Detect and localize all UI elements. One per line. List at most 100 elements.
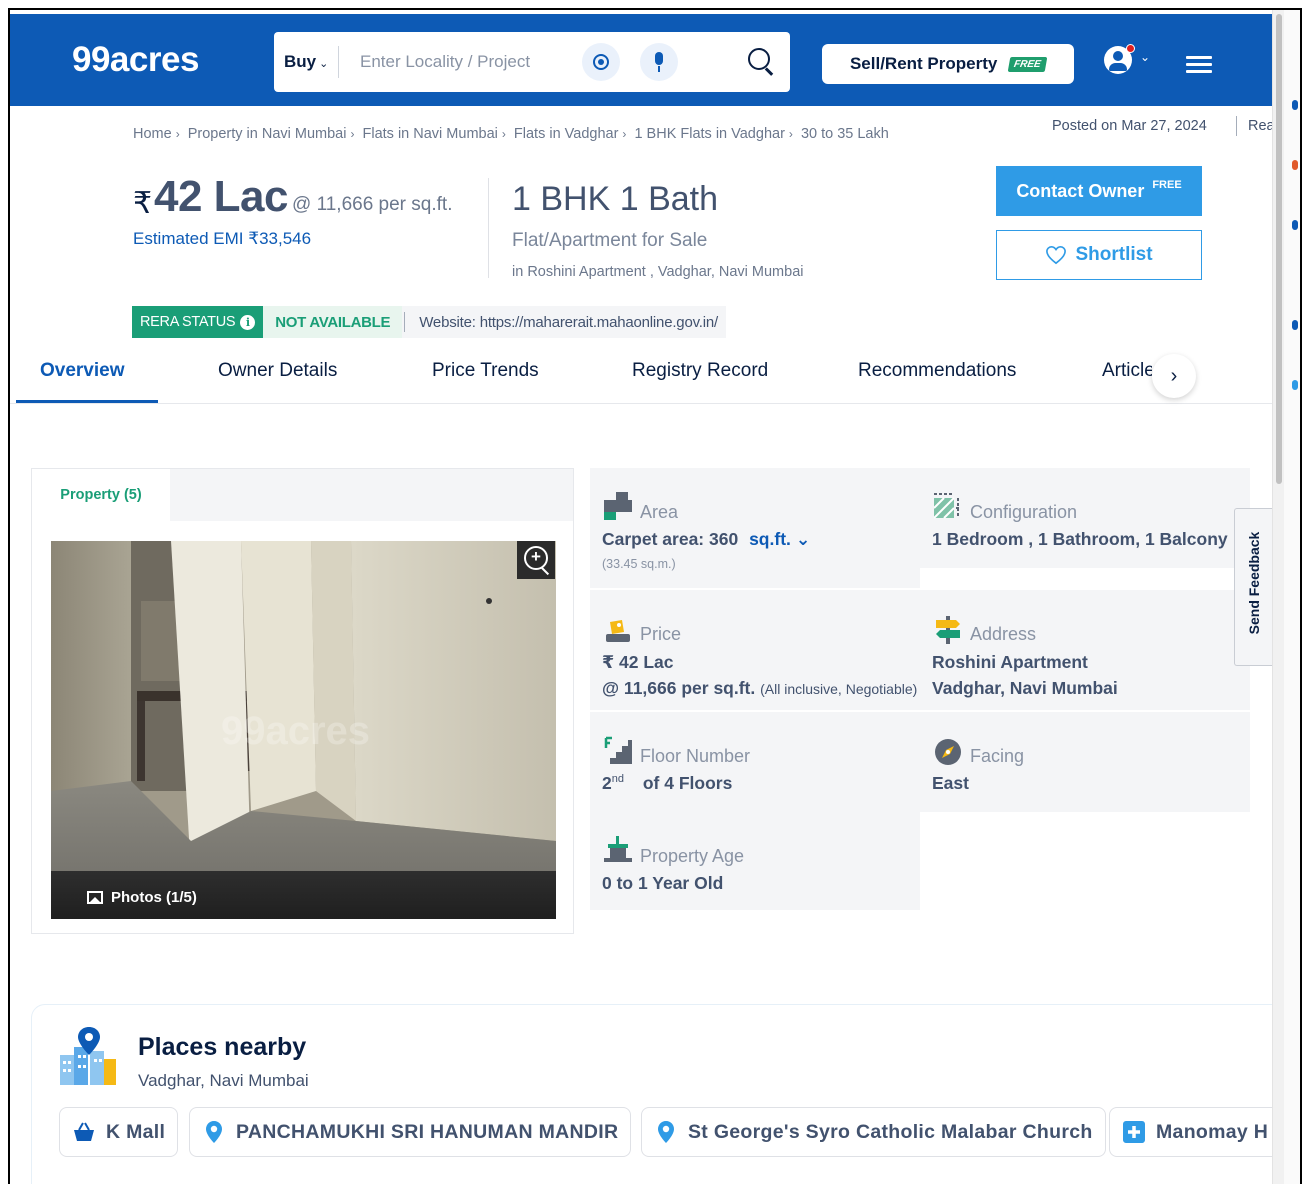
header-divider bbox=[1236, 116, 1237, 136]
hamburger-menu-icon[interactable] bbox=[1186, 56, 1212, 74]
tab-owner-details[interactable]: Owner Details bbox=[218, 360, 337, 382]
property-page: 99acres Buy⌄ Sell/Rent Property FREE ⌄ H… bbox=[10, 10, 1272, 1184]
heart-icon bbox=[1046, 245, 1067, 265]
map-pin-icon bbox=[658, 1121, 674, 1143]
chevron-down-icon: ⌄ bbox=[319, 58, 329, 70]
breadcrumb-property-navi-mumbai[interactable]: Property in Navi Mumbai bbox=[188, 126, 347, 142]
estimated-emi-link[interactable]: Estimated EMI ₹33,546 bbox=[133, 229, 311, 249]
detail-floor: Floor Number 2nd of 4 Floors bbox=[590, 712, 920, 812]
tab-price-trends[interactable]: Price Trends bbox=[432, 360, 539, 382]
breadcrumb-flats-navi-mumbai[interactable]: Flats in Navi Mumbai bbox=[363, 126, 498, 142]
image-icon bbox=[87, 891, 103, 904]
facing-value: East bbox=[932, 773, 969, 793]
contact-owner-button[interactable]: Contact Owner FREE bbox=[996, 166, 1202, 216]
locate-me-icon[interactable] bbox=[582, 43, 620, 81]
area-unit-dropdown[interactable]: sq.ft. ⌄ bbox=[749, 529, 810, 549]
hospital-cross-icon bbox=[1123, 1121, 1145, 1143]
places-nearby-subtitle: Vadghar, Navi Mumbai bbox=[138, 1071, 309, 1090]
info-icon[interactable]: i bbox=[240, 314, 256, 330]
site-header: 99acres Buy⌄ Sell/Rent Property FREE ⌄ bbox=[10, 14, 1272, 106]
property-age-label: Property Age bbox=[640, 846, 745, 866]
free-badge: FREE bbox=[1152, 179, 1182, 191]
send-feedback-label: Send Feedback bbox=[1246, 531, 1262, 635]
place-chip-label: Manomay H bbox=[1156, 1120, 1269, 1143]
carpet-area-value: Carpet area: 360 sq.ft. ⌄ bbox=[602, 529, 810, 550]
rera-website: Website: https://maharerait.mahaonline.g… bbox=[419, 313, 718, 331]
send-feedback-button[interactable]: Send Feedback bbox=[1234, 508, 1272, 666]
places-nearby-title: Places nearby bbox=[138, 1033, 307, 1061]
address-label: Address bbox=[970, 624, 1037, 644]
sell-rent-property-button[interactable]: Sell/Rent Property FREE bbox=[822, 44, 1074, 84]
photos-count-button[interactable]: Photos (1/5) bbox=[87, 889, 197, 906]
tab-registry-record[interactable]: Registry Record bbox=[632, 360, 768, 382]
address-line1: Roshini Apartment bbox=[932, 652, 1088, 672]
listing-location: in Roshini Apartment , Vadghar, Navi Mum… bbox=[512, 264, 804, 280]
rera-divider bbox=[404, 312, 406, 332]
tab-recommendations[interactable]: Recommendations bbox=[858, 360, 1016, 382]
microphone-icon[interactable] bbox=[640, 43, 678, 81]
search-icon[interactable] bbox=[746, 46, 778, 78]
shortlist-button[interactable]: Shortlist bbox=[996, 230, 1202, 280]
detail-area: Area Carpet area: 360 sq.ft. ⌄ (33.45 sq… bbox=[590, 468, 920, 588]
tabs-next-arrow-icon[interactable]: › bbox=[1152, 354, 1196, 398]
price-tag-icon bbox=[606, 620, 630, 642]
photo-watermark: 99acres bbox=[221, 709, 371, 753]
price-per-sqft-value: @ 11,666 per sq.ft. (All inclusive, Nego… bbox=[602, 678, 917, 699]
configuration-icon bbox=[934, 493, 960, 519]
locality-search-input[interactable] bbox=[360, 50, 550, 74]
place-chip-manomay-hospital[interactable]: Manomay H bbox=[1109, 1107, 1272, 1157]
signpost-icon bbox=[936, 616, 960, 644]
area-unit-label: sq.ft. bbox=[749, 529, 791, 549]
site-logo[interactable]: 99acres bbox=[72, 40, 199, 80]
breadcrumb-flats-vadghar[interactable]: Flats in Vadghar bbox=[514, 126, 619, 142]
page-scrollbar[interactable] bbox=[1272, 10, 1284, 1184]
shortlist-label: Shortlist bbox=[1075, 244, 1153, 265]
price-label: Price bbox=[640, 624, 682, 644]
detail-property-age: Property Age 0 to 1 Year Old bbox=[590, 812, 920, 910]
photos-count-label: Photos (1/5) bbox=[111, 889, 197, 906]
area-label: Area bbox=[640, 502, 679, 522]
tab-overview[interactable]: Overview bbox=[40, 360, 125, 382]
city-location-icon bbox=[60, 1027, 116, 1085]
rera-status-label: RERA STATUS bbox=[140, 314, 236, 330]
photo-gallery: Property (5) 99acres + Photos (1/5) bbox=[31, 468, 574, 934]
place-chip-hanuman-mandir[interactable]: PANCHAMUKHI SRI HANUMAN MANDIR bbox=[189, 1107, 632, 1157]
tab-articles[interactable]: Articles bbox=[1102, 360, 1152, 382]
floor-of-total: of 4 Floors bbox=[642, 773, 733, 793]
gallery-tab-property[interactable]: Property (5) bbox=[32, 469, 170, 521]
gallery-tabs: Property (5) bbox=[32, 469, 573, 521]
carpet-area-text: Carpet area: 360 bbox=[602, 529, 739, 549]
area-sqm: (33.45 sq.m.) bbox=[602, 557, 676, 571]
free-badge: FREE bbox=[1008, 56, 1048, 72]
search-category-label: Buy bbox=[284, 52, 317, 71]
detail-configuration: Configuration 1 Bedroom , 1 Bathroom, 1 … bbox=[920, 468, 1250, 568]
property-age-value: 0 to 1 Year Old bbox=[602, 873, 724, 893]
property-photo[interactable]: 99acres Photos (1/5) bbox=[51, 541, 556, 919]
area-icon bbox=[604, 492, 632, 520]
place-chip-label: PANCHAMUKHI SRI HANUMAN MANDIR bbox=[236, 1120, 619, 1143]
place-chip-st-george-church[interactable]: St George's Syro Catholic Malabar Church bbox=[641, 1107, 1106, 1157]
configuration-label: Configuration bbox=[970, 502, 1078, 522]
search-category-dropdown[interactable]: Buy ⌄ bbox=[284, 52, 328, 72]
place-chip-label: K Mall bbox=[106, 1120, 166, 1143]
breadcrumb-price-range[interactable]: 30 to 35 Lakh bbox=[801, 126, 889, 142]
breadcrumb: Home › Property in Navi Mumbai › Flats in … bbox=[133, 126, 889, 142]
browser-side-panel bbox=[1284, 10, 1300, 1184]
notification-dot bbox=[1126, 44, 1135, 53]
compass-icon bbox=[935, 739, 961, 765]
breadcrumb-home[interactable]: Home bbox=[133, 126, 172, 142]
building-age-icon bbox=[604, 836, 632, 862]
place-chip-k-mall[interactable]: K Mall bbox=[59, 1107, 179, 1157]
report-link[interactable]: Rea bbox=[1248, 118, 1272, 134]
address-line2: Vadghar, Navi Mumbai bbox=[932, 678, 1118, 698]
map-pin-icon bbox=[206, 1121, 222, 1143]
active-tab-indicator bbox=[16, 400, 158, 403]
section-tabs: Overview Owner Details Price Trends Regi… bbox=[10, 346, 1272, 404]
facing-label: Facing bbox=[970, 746, 1025, 766]
breadcrumb-1bhk-vadghar[interactable]: 1 BHK Flats in Vadghar bbox=[634, 126, 784, 142]
place-chip-label: St George's Syro Catholic Malabar Church bbox=[688, 1120, 1093, 1143]
chevron-down-icon[interactable]: ⌄ bbox=[1140, 50, 1150, 64]
sell-rent-label: Sell/Rent Property bbox=[849, 54, 998, 73]
scrollbar-thumb[interactable] bbox=[1276, 14, 1282, 484]
zoom-in-icon[interactable] bbox=[517, 541, 555, 579]
